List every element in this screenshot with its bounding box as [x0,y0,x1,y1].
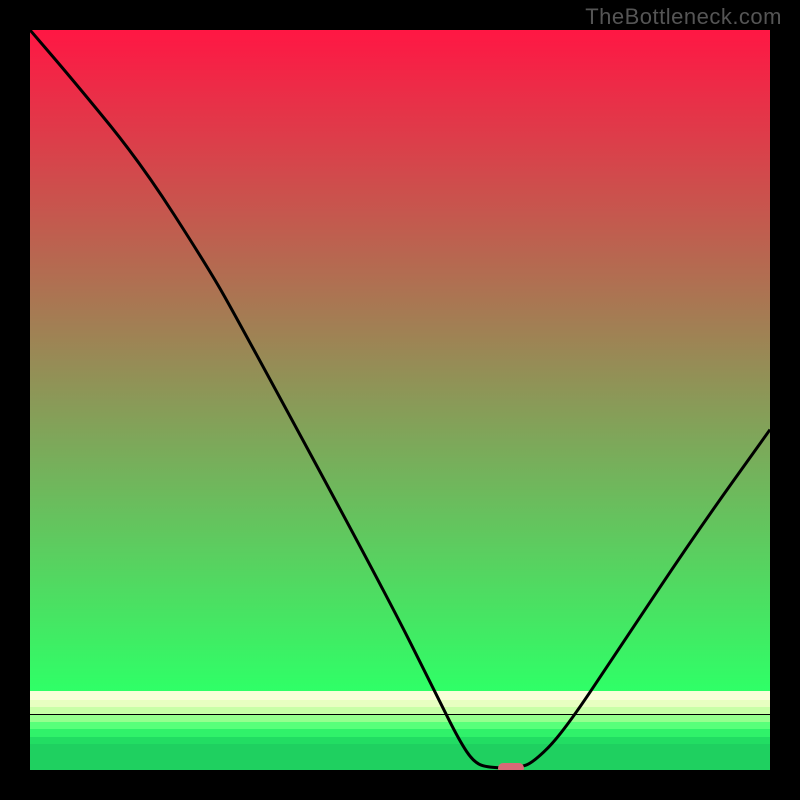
plot-area [30,30,770,770]
curve-svg [30,30,770,770]
watermark-text: TheBottleneck.com [585,4,782,30]
optimal-marker [498,763,523,770]
chart-frame: TheBottleneck.com [0,0,800,800]
bottleneck-curve [30,30,770,768]
